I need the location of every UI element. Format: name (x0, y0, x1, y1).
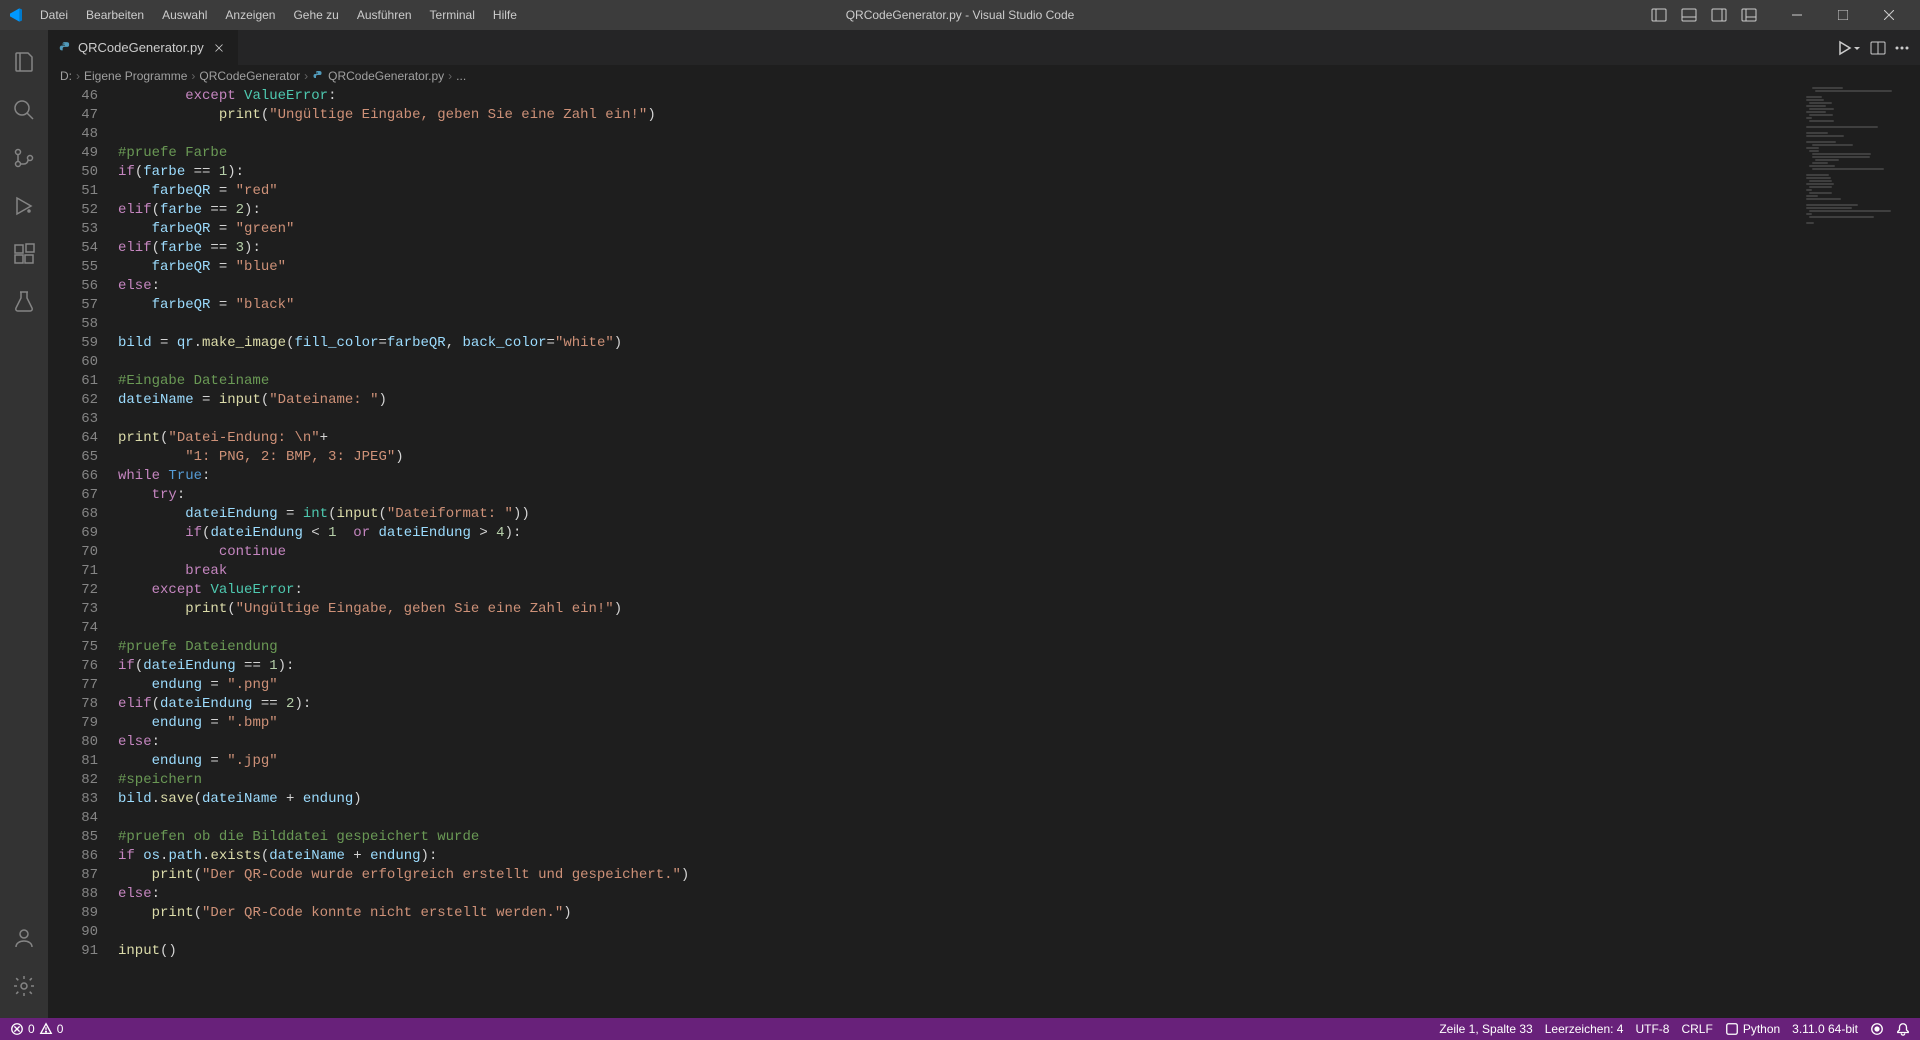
more-actions-icon[interactable] (1894, 40, 1910, 56)
breadcrumb-folder: QRCodeGenerator (199, 69, 300, 83)
testing-icon[interactable] (0, 278, 48, 326)
python-file-icon (312, 70, 324, 82)
titlebar: DateiBearbeitenAuswahlAnzeigenGehe zuAus… (0, 0, 1920, 30)
extensions-icon[interactable] (0, 230, 48, 278)
menu-item-hilfe[interactable]: Hilfe (485, 4, 525, 26)
chevron-right-icon: › (448, 69, 452, 83)
layout-customize-icon[interactable] (1736, 2, 1762, 28)
menu-item-anzeigen[interactable]: Anzeigen (217, 4, 283, 26)
status-spaces[interactable]: Leerzeichen: 4 (1545, 1022, 1624, 1036)
run-button[interactable] (1836, 40, 1862, 56)
layout-panel-bottom-icon[interactable] (1676, 2, 1702, 28)
status-line-col[interactable]: Zeile 1, Spalte 33 (1439, 1022, 1532, 1036)
explorer-icon[interactable] (0, 38, 48, 86)
menu-item-bearbeiten[interactable]: Bearbeiten (78, 4, 152, 26)
search-icon[interactable] (0, 86, 48, 134)
window-maximize-button[interactable] (1820, 0, 1866, 30)
chevron-right-icon: › (191, 69, 195, 83)
layout-panel-right-icon[interactable] (1706, 2, 1732, 28)
menu-item-gehe zu[interactable]: Gehe zu (285, 4, 346, 26)
activity-bar (0, 30, 48, 1018)
breadcrumb-drive: D: (60, 69, 72, 83)
minimap[interactable] (1806, 87, 1906, 267)
status-language[interactable]: Python (1725, 1022, 1780, 1036)
source-control-icon[interactable] (0, 134, 48, 182)
run-debug-icon[interactable] (0, 182, 48, 230)
window-title: QRCodeGenerator.py - Visual Studio Code (846, 8, 1075, 22)
window-close-button[interactable] (1866, 0, 1912, 30)
status-warnings-count: 0 (57, 1022, 64, 1036)
breadcrumb-file: QRCodeGenerator.py (328, 69, 444, 83)
code-content[interactable]: except ValueError: print("Ungültige Eing… (118, 87, 1920, 1018)
layout-panel-left-icon[interactable] (1646, 2, 1672, 28)
settings-gear-icon[interactable] (0, 962, 48, 1010)
tab-bar: QRCodeGenerator.py (48, 30, 1920, 65)
status-bar: 0 0 Zeile 1, Spalte 33 Leerzeichen: 4 UT… (0, 1018, 1920, 1040)
breadcrumb-trail: ... (456, 69, 466, 83)
line-number-gutter: 4647484950515253545556575859606162636465… (48, 87, 118, 1018)
status-feedback-icon[interactable] (1870, 1022, 1884, 1036)
status-lang-label: Python (1743, 1022, 1780, 1036)
editor-area: QRCodeGenerator.py D: › Eigene Programme… (48, 30, 1920, 1018)
chevron-right-icon: › (304, 69, 308, 83)
tab-filename: QRCodeGenerator.py (78, 40, 204, 55)
split-editor-icon[interactable] (1870, 40, 1886, 56)
vscode-logo-icon (8, 7, 24, 23)
window-minimize-button[interactable] (1774, 0, 1820, 30)
chevron-right-icon: › (76, 69, 80, 83)
menu-item-terminal[interactable]: Terminal (422, 4, 483, 26)
breadcrumb[interactable]: D: › Eigene Programme › QRCodeGenerator … (48, 65, 1920, 87)
menu-item-datei[interactable]: Datei (32, 4, 76, 26)
accounts-icon[interactable] (0, 914, 48, 962)
status-notifications-icon[interactable] (1896, 1022, 1910, 1036)
python-file-icon (58, 41, 72, 55)
tab-close-icon[interactable] (210, 39, 228, 57)
code-editor[interactable]: 4647484950515253545556575859606162636465… (48, 87, 1920, 1018)
tab-file[interactable]: QRCodeGenerator.py (48, 30, 239, 65)
breadcrumb-folder: Eigene Programme (84, 69, 187, 83)
status-errors-count: 0 (28, 1022, 35, 1036)
menu-item-auswahl[interactable]: Auswahl (154, 4, 215, 26)
menu-bar: DateiBearbeitenAuswahlAnzeigenGehe zuAus… (32, 4, 525, 26)
status-encoding[interactable]: UTF-8 (1635, 1022, 1669, 1036)
status-errors[interactable]: 0 0 (10, 1022, 63, 1036)
status-eol[interactable]: CRLF (1681, 1022, 1712, 1036)
status-interpreter[interactable]: 3.11.0 64-bit (1792, 1022, 1858, 1036)
menu-item-ausführen[interactable]: Ausführen (349, 4, 420, 26)
